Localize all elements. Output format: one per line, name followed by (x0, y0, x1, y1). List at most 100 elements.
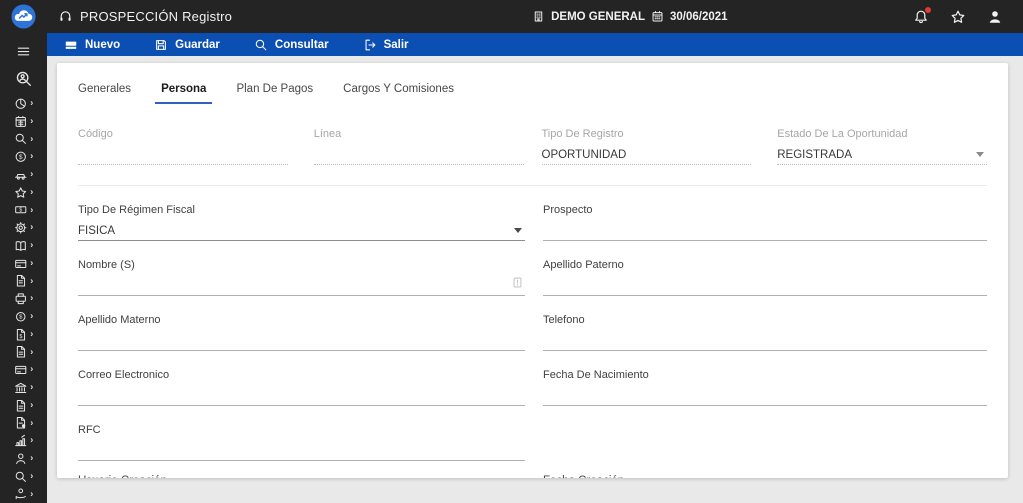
chevron-right-icon: › (30, 488, 34, 499)
apellido-paterno-field: Apellido Paterno (543, 259, 987, 296)
sidebar-item-2[interactable]: › (0, 112, 47, 130)
printer-icon (14, 292, 28, 306)
nombre-input[interactable] (78, 273, 525, 296)
chevron-right-icon: › (30, 452, 34, 463)
apellido-paterno-input[interactable] (543, 273, 987, 296)
fecha-nacimiento-input[interactable] (543, 383, 987, 406)
favorites-button[interactable] (950, 9, 966, 25)
correo-input[interactable] (78, 383, 525, 406)
sidebar-item-8[interactable]: › (0, 219, 47, 237)
pie-chart-icon (14, 97, 28, 111)
usuario-creacion-label: Usuario Creación (78, 473, 525, 478)
consultar-button-label: Consultar (274, 38, 329, 51)
company-name: DEMO GENERAL (551, 10, 646, 23)
guardar-button[interactable]: Guardar (137, 33, 237, 56)
estado-oportunidad-field: Estado De La Oportunidad REGISTRADA (777, 128, 987, 165)
chevron-right-icon: › (30, 434, 34, 445)
chevron-right-icon: › (30, 115, 34, 126)
regimen-fiscal-select[interactable]: FISICA (78, 218, 525, 241)
sidebar-item-10[interactable]: › (0, 254, 47, 272)
estado-oportunidad-select[interactable]: REGISTRADA (777, 142, 987, 165)
chevron-right-icon: › (30, 150, 34, 161)
sidebar-item-14[interactable]: $ › (0, 325, 47, 343)
telefono-input[interactable] (543, 328, 987, 351)
svg-text:$: $ (19, 154, 23, 161)
chevron-down-icon[interactable] (976, 152, 984, 157)
svg-text:$: $ (19, 208, 22, 214)
chevron-right-icon: › (30, 399, 34, 410)
consultar-button[interactable]: Consultar (237, 33, 346, 56)
module-headset-icon (58, 9, 73, 24)
nuevo-button-label: Nuevo (85, 38, 121, 51)
rfc-input[interactable] (78, 438, 525, 461)
sidebar-item-11[interactable]: › (0, 272, 47, 290)
sidebar-search-button[interactable] (15, 63, 33, 94)
nuevo-button[interactable]: Nuevo (47, 33, 137, 56)
search-user-icon (15, 70, 33, 88)
sidebar-item-15[interactable]: › (0, 343, 47, 361)
form-card: Generales Persona Plan De Pagos Cargos Y… (57, 63, 1008, 478)
form-row-4: Apellido Materno Telefono (78, 314, 987, 351)
chevron-right-icon: › (30, 239, 34, 250)
sidebar-item-19[interactable]: › (0, 414, 47, 432)
salir-button[interactable]: Salir (346, 33, 426, 56)
gear-icon (14, 221, 28, 235)
coin-icon: $ (14, 310, 28, 324)
linea-label: Línea (313, 128, 342, 140)
codigo-label: Código (78, 128, 113, 140)
calendar-icon (651, 10, 664, 23)
sidebar-item-23[interactable]: › (0, 485, 47, 503)
codigo-input (78, 142, 288, 165)
sidebar-item-5[interactable]: › (0, 166, 47, 184)
page-title-text: PROSPECCIÓN Registro (80, 9, 233, 24)
dollar-circle-icon: $ (14, 150, 28, 164)
exit-icon (363, 38, 377, 52)
nombre-field: Nombre (S) (78, 259, 525, 296)
sidebar-item-22[interactable]: › (0, 467, 47, 485)
sidebar-item-9[interactable]: › (0, 237, 47, 255)
tab-generales[interactable]: Generales (78, 83, 131, 104)
sidebar-item-13[interactable]: $ › (0, 308, 47, 326)
action-toolbar: Nuevo Guardar Consultar Salir (47, 33, 1023, 56)
text-info-icon[interactable] (512, 276, 523, 289)
guardar-button-label: Guardar (175, 38, 220, 51)
prospecto-field: Prospecto (543, 204, 987, 241)
app-logo (0, 0, 47, 33)
bank-icon (14, 381, 28, 395)
user-icon (987, 9, 1003, 25)
fecha-creacion-label: Fecha Creación (543, 473, 987, 478)
chevron-right-icon: › (30, 257, 34, 268)
sidebar-item-12[interactable]: › (0, 290, 47, 308)
fecha-nacimiento-field: Fecha De Nacimiento (543, 369, 987, 406)
sidebar-item-7[interactable]: $ › (0, 201, 47, 219)
correo-field: Correo Electronico (78, 369, 525, 406)
sidebar-item-20[interactable]: › (0, 432, 47, 450)
sidebar-item-6[interactable]: › (0, 183, 47, 201)
sidebar-item-3[interactable]: › (0, 130, 47, 148)
tab-cargos-y-comisiones[interactable]: Cargos Y Comisiones (343, 83, 454, 104)
fecha-nacimiento-label: Fecha De Nacimiento (543, 369, 649, 381)
tab-persona[interactable]: Persona (155, 83, 213, 104)
search-icon (14, 470, 28, 484)
sidebar-item-18[interactable]: › (0, 396, 47, 414)
prospecto-input[interactable] (543, 218, 987, 241)
sidebar-item-17[interactable]: › (0, 379, 47, 397)
document-edit-icon (14, 416, 28, 430)
menu-toggle-button[interactable] (16, 40, 31, 63)
tab-plan-de-pagos[interactable]: Plan De Pagos (236, 83, 313, 104)
apellido-materno-input[interactable] (78, 328, 525, 351)
hand-coin-icon (14, 487, 28, 501)
sidebar-item-4[interactable]: $ › (0, 148, 47, 166)
user-menu-button[interactable] (987, 9, 1003, 25)
search-icon (254, 38, 268, 52)
apellido-materno-field: Apellido Materno (78, 314, 525, 351)
notifications-button[interactable] (913, 6, 931, 25)
sidebar-item-1[interactable]: › (0, 95, 47, 113)
left-navigation-sidebar: › › › $ › › › $ › › › › › › $ › $ › › › › › … (0, 33, 47, 503)
chevron-down-icon[interactable] (514, 228, 522, 233)
sidebar-item-21[interactable]: › (0, 450, 47, 468)
sidebar-item-16[interactable]: › (0, 361, 47, 379)
book-icon (14, 239, 28, 253)
working-date: 30/06/2021 (670, 10, 728, 23)
apellido-paterno-label: Apellido Paterno (543, 259, 624, 271)
